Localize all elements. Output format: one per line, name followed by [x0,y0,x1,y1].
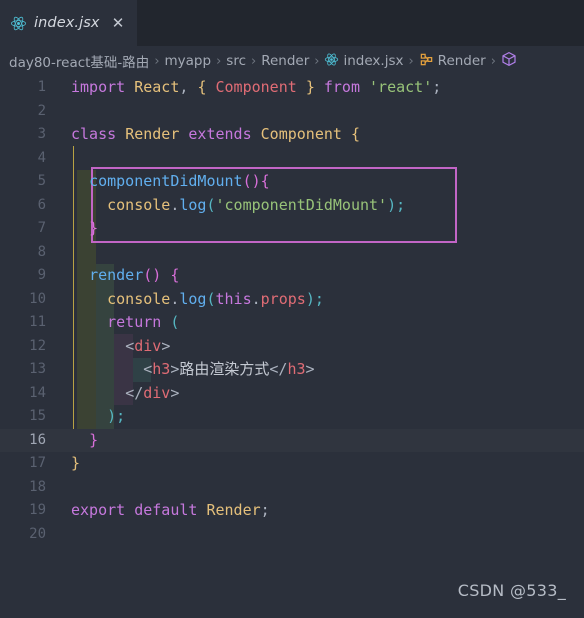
breadcrumb-item-src[interactable]: src [226,53,246,69]
breadcrumb-separator: › [216,53,222,69]
line-number: 20 [29,525,46,542]
code-row[interactable]: 17 } [0,452,584,476]
code-row[interactable]: 4 [0,147,584,171]
tab-index-jsx[interactable]: index.jsx ✕ [0,0,137,46]
code-row[interactable]: 11 return ( [0,311,584,335]
line-number: 8 [37,243,46,260]
line-number: 18 [29,478,46,495]
line-number: 14 [29,384,46,401]
tab-label: index.jsx [34,15,100,31]
line-content: } [89,219,99,237]
line-number: 5 [37,173,46,189]
code-row[interactable]: 6 console.log('componentDidMount'); [0,194,584,218]
breadcrumb-item-project[interactable]: day80-react基础-路由 [9,51,149,71]
line-content: <h3>路由渲染方式</h3> [143,360,315,378]
breadcrumb-separator: › [314,53,320,69]
code-row[interactable]: 19 export default Render; [0,499,584,523]
line-number: 7 [37,220,46,236]
line-number: 17 [29,455,46,471]
line-number: 15 [29,408,46,424]
line-content: </div> [125,383,180,402]
line-content: class Render extends Component { [71,125,360,143]
code-row[interactable]: 13 <h3>路由渲染方式</h3> [0,358,584,382]
line-content: componentDidMount(){ [89,172,270,190]
breadcrumb-item-index-jsx[interactable]: index.jsx [343,53,403,69]
line-number: 11 [29,314,46,330]
breadcrumb: day80-react基础-路由 › myapp › src › Render … [0,46,584,76]
line-content: console.log(this.props); [107,289,324,308]
code-row[interactable]: 7 } [0,217,584,241]
cube-icon [501,51,517,71]
tab-bar: index.jsx ✕ [0,0,584,46]
line-content: import React, { Component } from 'react'… [71,78,442,96]
watermark: CSDN @533_ [457,581,566,600]
line-number: 4 [37,149,46,166]
code-editor[interactable]: 1 import React, { Component } from 'reac… [0,76,584,618]
line-number: 10 [29,290,46,307]
code-row-active[interactable]: 16 } [0,428,584,452]
line-number: 6 [37,196,46,213]
code-row[interactable]: 15 ); [0,405,584,429]
code-row[interactable]: 1 import React, { Component } from 'reac… [0,76,584,100]
line-number: 2 [37,102,46,119]
vscode-editor-window: index.jsx ✕ day80-react基础-路由 › myapp › s… [0,0,584,618]
line-number: 9 [37,267,46,283]
code-row[interactable]: 8 [0,241,584,265]
breadcrumb-separator: › [490,53,496,69]
react-icon [11,16,26,30]
code-row[interactable]: 9 render() { [0,264,584,288]
code-row[interactable]: 14 </div> [0,382,584,406]
breadcrumb-item-myapp[interactable]: myapp [165,53,212,69]
line-content: <div> [125,336,171,355]
line-content: export default Render; [71,501,270,519]
code-row[interactable]: 12 <div> [0,335,584,359]
line-content: return ( [107,313,180,331]
line-content: console.log('componentDidMount'); [107,195,406,214]
breadcrumb-separator: › [154,53,160,69]
breadcrumb-separator: › [251,53,257,69]
line-number: 13 [29,361,46,377]
line-number: 3 [37,126,46,142]
line-content: render() { [89,266,180,284]
line-content: } [71,454,81,472]
line-content: } [89,430,99,449]
breadcrumb-item-render-class[interactable]: Render [438,53,486,69]
line-number: 16 [29,431,46,448]
code-row[interactable]: 18 [0,476,584,500]
react-icon [324,52,339,71]
class-icon [419,52,434,71]
line-number: 1 [37,79,46,95]
close-icon[interactable]: ✕ [109,14,127,32]
line-number: 19 [29,502,46,518]
code-row[interactable]: 3 class Render extends Component { [0,123,584,147]
code-row[interactable]: 10 console.log(this.props); [0,288,584,312]
code-row[interactable]: 5 componentDidMount(){ [0,170,584,194]
breadcrumb-separator: › [408,53,414,69]
code-row[interactable]: 2 [0,100,584,124]
breadcrumb-item-render-folder[interactable]: Render [261,53,309,69]
code-row[interactable]: 20 [0,523,584,547]
line-number: 12 [29,337,46,354]
line-content: ); [107,407,126,425]
